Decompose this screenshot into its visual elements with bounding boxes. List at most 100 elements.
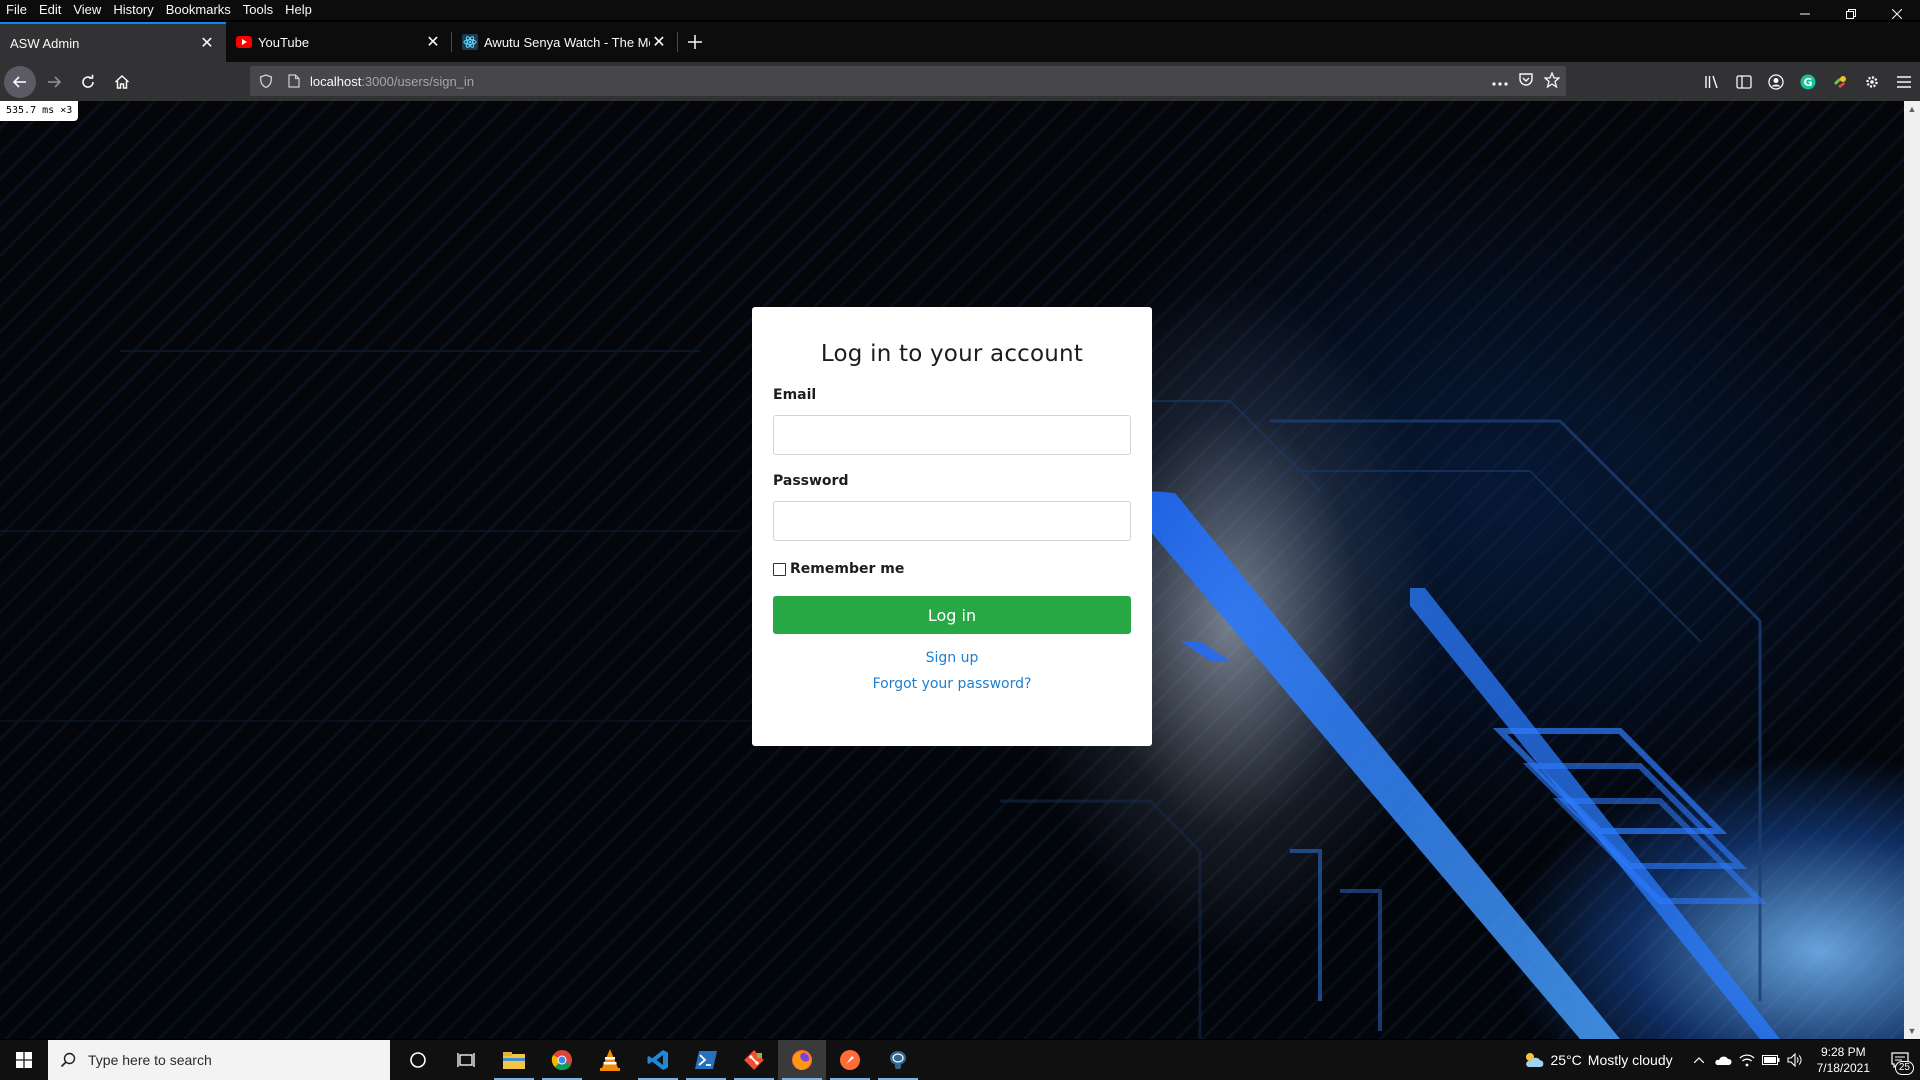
clock-time: 9:28 PM [1820,1045,1866,1059]
scroll-up-icon[interactable]: ▲ [1904,101,1920,117]
remember-me-label[interactable]: Remember me [790,561,904,577]
sidebar-icon[interactable] [1728,66,1760,98]
menu-view[interactable]: View [67,0,107,20]
clock[interactable]: 9:28 PM 7/18/2021 [1817,1044,1870,1076]
tab-title: YouTube [258,34,310,50]
tab-title: ASW Admin [10,35,80,51]
onedrive-icon[interactable] [1711,1055,1735,1065]
cortana-icon[interactable] [394,1040,442,1080]
chrome-icon[interactable] [538,1040,586,1080]
tab-close-icon[interactable]: ✕ [198,34,216,52]
menu-help[interactable]: Help [279,0,318,20]
volume-icon[interactable] [1783,1053,1807,1067]
login-button[interactable]: Log in [773,596,1131,634]
cloud-sun-icon [1525,1053,1543,1067]
vertical-scrollbar[interactable]: ▲ ▼ [1904,101,1920,1039]
clock-date: 7/18/2021 [1816,1061,1870,1075]
navigation-toolbar: localhost:3000/users/sign_in G [0,62,1920,101]
toolbar-right: G [1696,62,1920,101]
notification-count: 25 [1894,1061,1914,1075]
close-icon [1892,9,1902,19]
menu-edit[interactable]: Edit [33,0,67,20]
chevron-up-icon[interactable] [1687,1057,1711,1063]
extension-icon[interactable] [1824,66,1856,98]
scroll-down-icon[interactable]: ▼ [1904,1023,1920,1039]
menu-bookmarks[interactable]: Bookmarks [160,0,237,20]
weather-temp: 25°C [1550,1052,1582,1068]
address-bar[interactable]: localhost:3000/users/sign_in [250,66,1566,96]
page-actions-icon[interactable] [1492,74,1508,89]
page-viewport: Log in to your account Email Password Re… [0,101,1904,1039]
url-path: :3000/users/sign_in [361,73,475,89]
weather-widget[interactable]: 25°C Mostly cloudy [1523,1051,1673,1069]
reload-icon [82,74,94,88]
task-view-icon[interactable] [442,1040,490,1080]
weather-condition: Mostly cloudy [1587,1052,1673,1068]
shield-icon[interactable] [254,74,278,88]
search-placeholder: Type here to search [88,1052,212,1068]
tab-close-icon[interactable]: ✕ [424,33,442,51]
taskbar-apps [394,1040,922,1080]
vscode-icon[interactable] [634,1040,682,1080]
plus-icon [688,35,702,49]
perf-multiplier: ×3 [60,105,73,116]
postgres-icon[interactable] [874,1040,922,1080]
windows-taskbar: Type here to search 25°C Mostly cloudy 9… [0,1040,1920,1080]
login-card: Log in to your account Email Password Re… [752,307,1152,746]
page-icon [282,74,306,88]
sign-up-link[interactable]: Sign up [773,650,1131,666]
forward-button[interactable] [38,66,70,98]
search-icon [60,1052,76,1068]
tab-youtube[interactable]: YouTube ✕ [226,22,452,62]
remember-me-checkbox[interactable] [773,562,786,576]
grammarly-icon[interactable]: G [1792,66,1824,98]
tab-bar: ASW Admin ✕ YouTube ✕ Awutu Senya Watch … [0,22,1920,62]
remember-me-row: Remember me [773,561,1131,577]
bookmark-star-icon[interactable] [1543,70,1561,91]
system-tray: 25°C Mostly cloudy 9:28 PM 7/18/2021 25 [1523,1040,1920,1080]
page-title: Log in to your account [820,341,1084,367]
performance-badge: 535.7 ms ×3 [0,101,79,121]
menu-bar: File Edit View History Bookmarks Tools H… [0,0,1920,20]
svg-text:G: G [1803,76,1812,89]
arrow-right-icon [48,75,62,88]
wifi-icon[interactable] [1735,1053,1759,1067]
menu-file[interactable]: File [0,0,33,20]
hamburger-menu-icon[interactable] [1888,66,1920,98]
react-icon [462,34,478,50]
start-button[interactable] [0,1040,48,1080]
windows-logo-icon [16,1052,32,1068]
action-center-button[interactable]: 25 [1880,1040,1920,1080]
battery-icon[interactable] [1759,1055,1783,1065]
youtube-icon [236,34,252,50]
taskbar-search-box[interactable]: Type here to search [48,1040,390,1080]
file-explorer-icon[interactable] [490,1040,538,1080]
password-label: Password [773,473,849,489]
tab-close-icon[interactable]: ✕ [650,33,668,51]
home-button[interactable] [106,66,138,98]
tab-asw-admin[interactable]: ASW Admin ✕ [0,22,226,62]
url-host: localhost [310,73,362,89]
postman-icon[interactable] [826,1040,874,1080]
reload-button[interactable] [72,66,104,98]
vlc-icon[interactable] [586,1040,634,1080]
new-tab-button[interactable] [678,22,712,62]
menu-history[interactable]: History [107,0,159,20]
password-field[interactable] [773,501,1131,541]
firefox-icon[interactable] [778,1040,826,1080]
back-button[interactable] [4,65,36,98]
menu-tools[interactable]: Tools [237,0,279,20]
perf-unit: ms [42,105,55,116]
git-icon[interactable] [730,1040,778,1080]
arrow-left-icon [12,75,26,88]
tab-awutu-senya-watch[interactable]: Awutu Senya Watch - The Mou ✕ [452,22,678,62]
forgot-password-link[interactable]: Forgot your password? [773,676,1131,692]
powershell-icon[interactable] [682,1040,730,1080]
email-field[interactable] [773,415,1131,455]
gear-extension-icon[interactable] [1856,66,1888,98]
account-icon[interactable] [1760,66,1792,98]
home-icon [114,74,130,89]
tab-title: Awutu Senya Watch - The Mou [484,34,650,50]
pocket-icon[interactable] [1518,72,1534,91]
library-icon[interactable] [1696,66,1728,98]
